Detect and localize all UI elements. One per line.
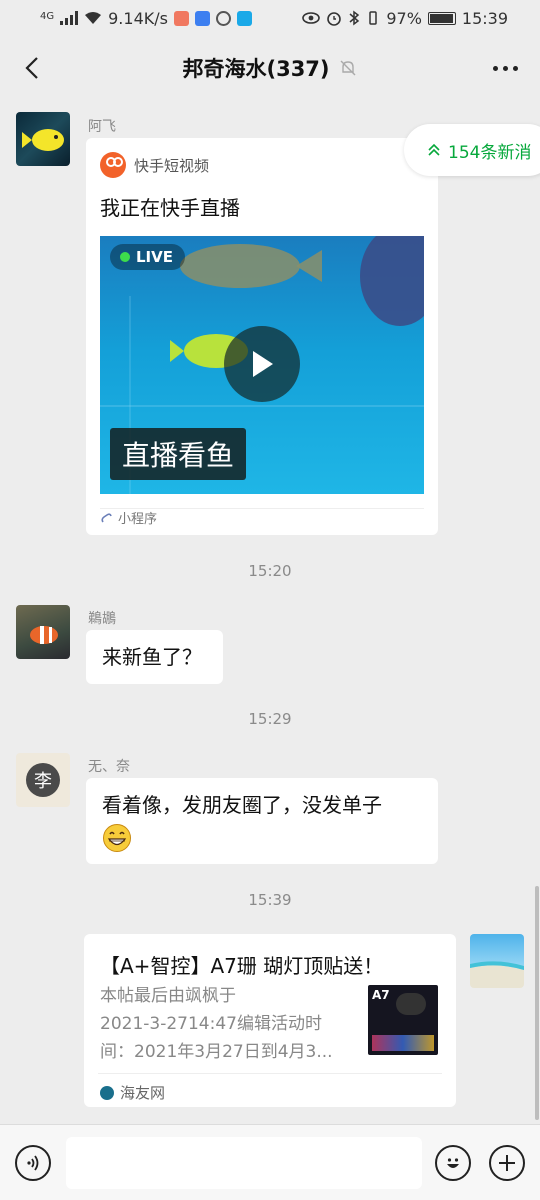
- health-app-icon: [173, 10, 189, 26]
- vibrate-icon: [369, 11, 378, 25]
- avatar[interactable]: [16, 605, 70, 659]
- beach-avatar-image: [470, 961, 524, 988]
- link-source: 海友网: [120, 1084, 166, 1102]
- bluetooth-icon: [349, 10, 360, 26]
- kuaishou-logo-icon: [100, 152, 126, 178]
- image-caption: 直播看鱼: [110, 428, 247, 480]
- battery-icon: [427, 11, 456, 25]
- eye-icon: [302, 12, 321, 24]
- card-title: 我正在快手直播: [100, 196, 240, 220]
- new-messages-button[interactable]: 154条新消: [404, 124, 540, 176]
- more-icon: [493, 65, 498, 71]
- text-message-bubble[interactable]: 来新鱼了？: [86, 630, 223, 684]
- play-icon: [253, 351, 273, 377]
- plus-icon: [499, 1155, 515, 1171]
- avatar[interactable]: 李: [16, 753, 70, 807]
- message-text: 来新鱼了？: [102, 645, 202, 669]
- ring-app-icon: [215, 10, 231, 26]
- chat-header: 邦奇海水(337): [0, 36, 540, 100]
- haiyou-logo-icon: [100, 1085, 114, 1100]
- network-type: 4G: [40, 10, 55, 22]
- network-speed: 9.14K/s: [108, 8, 168, 28]
- emoji-button[interactable]: [435, 1145, 471, 1181]
- more-button[interactable]: [493, 56, 518, 80]
- message-input[interactable]: [66, 1137, 422, 1189]
- grinning-emoji: [103, 824, 131, 852]
- status-bar: 4G 9.14K/s 97% 15:39: [0, 0, 540, 36]
- link-desc-line: 间：2021年3月27日到4月3...: [100, 1042, 333, 1062]
- clownfish-avatar-image: [30, 626, 58, 644]
- voice-icon: [27, 1155, 39, 1171]
- fish-avatar-image: [22, 129, 64, 151]
- text-message-bubble[interactable]: 看着像，发朋友圈了，没发单子: [86, 778, 438, 864]
- live-preview-image[interactable]: LIVE 直播看鱼: [100, 236, 424, 494]
- mute-bell-icon: [340, 60, 356, 76]
- avatar[interactable]: [16, 112, 70, 166]
- live-dot-icon: [120, 252, 130, 262]
- link-thumbnail: A7: [368, 985, 438, 1055]
- link-card[interactable]: 【A+智控】A7珊 瑚灯顶贴送！ 本帖最后由飒枫于 2021-3-2714:47…: [84, 934, 456, 1107]
- wifi-icon: [85, 12, 102, 24]
- sender-name: 阿飞: [88, 119, 116, 135]
- screen-app-icon: [194, 10, 210, 26]
- back-button[interactable]: [16, 52, 48, 84]
- emoji-icon: [447, 1158, 459, 1168]
- sender-name: 鵜鶘: [88, 611, 116, 627]
- mini-program-label: 小程序: [100, 508, 157, 527]
- input-bar: [0, 1124, 540, 1200]
- chat-title: 邦奇海水(337): [182, 57, 330, 81]
- plus-button[interactable]: [489, 1145, 525, 1181]
- voice-button[interactable]: [15, 1145, 51, 1181]
- self-avatar[interactable]: [470, 934, 524, 988]
- message-text: 看着像，发朋友圈了，没发单子: [102, 793, 382, 817]
- timestamp: 15:29: [248, 710, 292, 728]
- link-title: 【A+智控】A7珊 瑚灯顶贴送！: [100, 954, 384, 978]
- timestamp: 15:20: [248, 562, 292, 580]
- timestamp: 15:39: [248, 891, 292, 909]
- card-app-name: 快手短视频: [134, 156, 210, 175]
- link-desc-line: 2021-3-2714:47编辑活动时: [100, 1014, 322, 1034]
- seal-avatar-image: 李: [26, 763, 60, 797]
- double-up-arrow-icon: [428, 143, 440, 156]
- mini-program-icon: [101, 512, 112, 522]
- back-icon: [25, 57, 38, 79]
- live-badge: LIVE: [110, 244, 185, 270]
- alarm-icon: [327, 12, 342, 26]
- vpn-app-icon: [236, 10, 252, 26]
- battery-percent: 97%: [386, 8, 422, 28]
- scrollbar[interactable]: [535, 886, 539, 1120]
- mini-program-card[interactable]: 快手短视频 我正在快手直播 LIVE 直播看鱼 小程序: [86, 138, 438, 535]
- sender-name: 无、奈: [88, 759, 130, 775]
- status-time: 15:39: [461, 8, 508, 28]
- link-desc-line: 本帖最后由飒枫于: [100, 986, 236, 1006]
- signal-icon: [60, 11, 79, 25]
- play-button[interactable]: [224, 326, 300, 402]
- new-messages-count: 154条新消: [448, 142, 532, 163]
